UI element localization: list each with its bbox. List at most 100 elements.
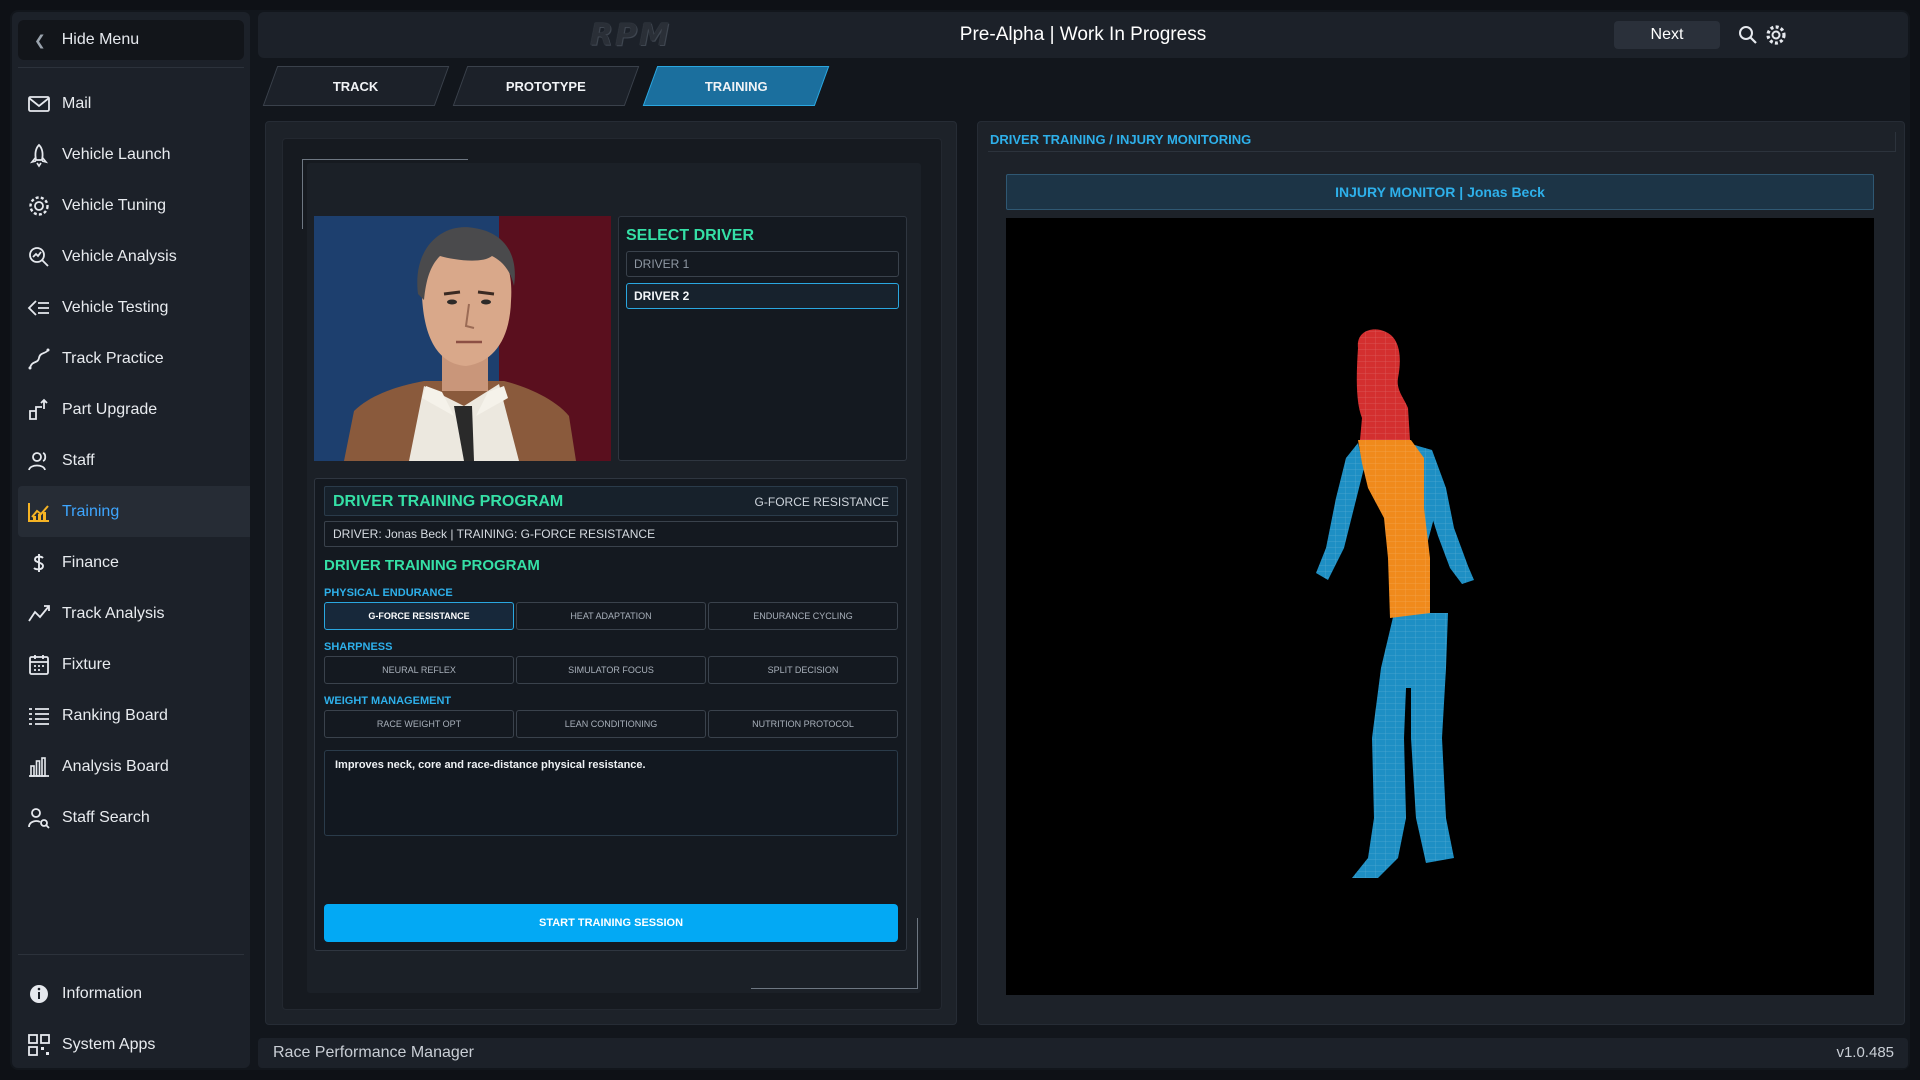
hide-menu-label: Hide Menu bbox=[61, 31, 140, 48]
corner-decoration bbox=[751, 988, 917, 989]
sidebar-item-information[interactable]: Information bbox=[12, 968, 250, 1019]
sidebar-item-track-practice[interactable]: Track Practice bbox=[12, 333, 250, 384]
category-sharpness: SHARPNESS bbox=[324, 641, 393, 653]
category-weight-management: WEIGHT MANAGEMENT bbox=[324, 695, 452, 707]
sidebar-item-mail[interactable]: Mail bbox=[12, 78, 250, 129]
sidebar-item-vehicle-analysis[interactable]: Vehicle Analysis bbox=[12, 231, 250, 282]
sidebar-item-label: Finance bbox=[62, 553, 119, 571]
tab-training[interactable]: TRAINING bbox=[642, 66, 830, 106]
dollar-icon bbox=[33, 553, 44, 572]
sidebar-item-label: Track Analysis bbox=[62, 604, 165, 622]
option-nutrition-protocol[interactable]: NUTRITION PROTOCOL bbox=[708, 710, 898, 738]
info-icon bbox=[30, 984, 48, 1003]
next-button[interactable]: Next bbox=[1614, 21, 1720, 49]
tab-track[interactable]: TRACK bbox=[262, 66, 450, 106]
legs bbox=[1352, 613, 1454, 878]
sidebar-item-vehicle-tuning[interactable]: Vehicle Tuning bbox=[12, 180, 250, 231]
tab-label: TRACK bbox=[333, 78, 379, 94]
training-program-panel: DRIVER TRAINING PROGRAM G-FORCE RESISTAN… bbox=[314, 478, 907, 951]
sidebar-item-label: Vehicle Analysis bbox=[62, 247, 177, 265]
top-header: RPM Pre-Alpha | Work In Progress Next bbox=[258, 12, 1908, 58]
option-split-decision[interactable]: SPLIT DECISION bbox=[708, 656, 898, 684]
select-driver-title: SELECT DRIVER bbox=[626, 227, 755, 244]
program-section-title: DRIVER TRAINING PROGRAM bbox=[324, 557, 540, 574]
gear-icon bbox=[29, 195, 49, 216]
select-driver-panel: SELECT DRIVER DRIVER 1 DRIVER 2 bbox=[618, 216, 907, 461]
sidebar-item-finance[interactable]: Finance bbox=[12, 537, 250, 588]
start-training-button[interactable]: START TRAINING SESSION bbox=[324, 904, 898, 942]
driver-1-button[interactable]: DRIVER 1 bbox=[626, 251, 899, 277]
track-path-icon bbox=[28, 348, 50, 369]
sidebar-item-staff[interactable]: Staff bbox=[12, 435, 250, 486]
calendar-icon bbox=[29, 654, 49, 675]
sidebar-nav: Mail Vehicle Launch Vehicle Tuning Vehic… bbox=[12, 78, 250, 843]
option-endurance-cycling[interactable]: ENDURANCE CYCLING bbox=[708, 602, 898, 630]
program-summary: DRIVER: Jonas Beck | TRAINING: G-FORCE R… bbox=[324, 521, 898, 547]
sidebar-item-label: Staff Search bbox=[62, 808, 150, 826]
tab-prototype[interactable]: PROTOTYPE bbox=[452, 66, 640, 106]
torso bbox=[1358, 440, 1430, 618]
chevron-left-icon: ❮ bbox=[34, 31, 46, 48]
driver-2-button[interactable]: DRIVER 2 bbox=[626, 283, 899, 309]
head bbox=[1356, 329, 1410, 440]
app-name: Race Performance Manager bbox=[273, 1044, 474, 1061]
option-race-weight-opt[interactable]: RACE WEIGHT OPT bbox=[324, 710, 514, 738]
sidebar-item-label: Vehicle Launch bbox=[62, 145, 171, 163]
sidebar-item-label: Mail bbox=[62, 94, 92, 112]
body-model-viewer[interactable] bbox=[1006, 218, 1874, 995]
corner-decoration bbox=[302, 159, 468, 160]
injury-monitoring-panel: DRIVER TRAINING / INJURY MONITORING INJU… bbox=[977, 121, 1905, 1025]
sidebar-item-part-upgrade[interactable]: Part Upgrade bbox=[12, 384, 250, 435]
option-g-force-resistance[interactable]: G-FORCE RESISTANCE bbox=[324, 602, 514, 630]
sidebar-item-track-analysis[interactable]: Track Analysis bbox=[12, 588, 250, 639]
hide-menu-button[interactable]: ❮ Hide Menu bbox=[18, 20, 244, 60]
sidebar-item-system-apps[interactable]: System Apps bbox=[12, 1019, 250, 1070]
sidebar-item-label: Ranking Board bbox=[62, 706, 168, 724]
sidebar-item-fixture[interactable]: Fixture bbox=[12, 639, 250, 690]
divider bbox=[18, 67, 244, 68]
body-wireframe-model bbox=[1316, 329, 1474, 878]
sidebar-item-ranking-board[interactable]: Ranking Board bbox=[12, 690, 250, 741]
sidebar-item-label: Vehicle Tuning bbox=[62, 196, 167, 214]
user-search-icon bbox=[28, 807, 50, 829]
sidebar-item-label: Analysis Board bbox=[62, 757, 169, 775]
tab-label: TRAINING bbox=[704, 78, 768, 94]
settings-gear-icon[interactable] bbox=[1764, 23, 1788, 47]
injury-panel-title: DRIVER TRAINING / INJURY MONITORING bbox=[988, 132, 1896, 152]
sidebar-item-vehicle-launch[interactable]: Vehicle Launch bbox=[12, 129, 250, 180]
option-simulator-focus[interactable]: SIMULATOR FOCUS bbox=[516, 656, 706, 684]
sidebar-item-label: Information bbox=[62, 984, 143, 1002]
sidebar: ❮ Hide Menu Mail Vehicle Launch Vehicle … bbox=[12, 12, 250, 1068]
list-arrow-icon bbox=[27, 299, 49, 316]
option-neural-reflex[interactable]: NEURAL REFLEX bbox=[324, 656, 514, 684]
program-header: DRIVER TRAINING PROGRAM G-FORCE RESISTAN… bbox=[324, 486, 898, 516]
sidebar-item-training[interactable]: Training bbox=[18, 486, 250, 537]
driver-portrait bbox=[314, 216, 611, 461]
category-physical-endurance: PHYSICAL ENDURANCE bbox=[324, 587, 453, 599]
sidebar-item-analysis-board[interactable]: Analysis Board bbox=[12, 741, 250, 792]
sidebar-item-label: Fixture bbox=[62, 655, 111, 673]
option-heat-adaptation[interactable]: HEAT ADAPTATION bbox=[516, 602, 706, 630]
injury-monitor-label: INJURY MONITOR | Jonas Beck bbox=[1006, 174, 1874, 210]
sidebar-item-label: Staff bbox=[62, 451, 95, 469]
corner-decoration bbox=[302, 159, 303, 229]
apps-icon bbox=[28, 1033, 50, 1056]
sidebar-bottom-nav: Information System Apps bbox=[12, 968, 250, 1070]
sidebar-item-label: Part Upgrade bbox=[62, 400, 158, 418]
corner-decoration bbox=[917, 918, 918, 989]
bar-chart-icon bbox=[29, 756, 49, 777]
mail-icon bbox=[28, 95, 50, 112]
staff-icon bbox=[28, 451, 47, 470]
search-icon[interactable] bbox=[1736, 23, 1760, 47]
program-header-title: DRIVER TRAINING PROGRAM bbox=[333, 493, 564, 510]
divider bbox=[18, 954, 244, 955]
line-chart-icon bbox=[28, 604, 50, 621]
ranking-list-icon bbox=[29, 707, 49, 725]
sidebar-item-label: System Apps bbox=[62, 1035, 156, 1053]
driver-avatar-image bbox=[314, 216, 611, 461]
sidebar-item-vehicle-testing[interactable]: Vehicle Testing bbox=[12, 282, 250, 333]
training-chart-icon bbox=[28, 502, 49, 522]
option-lean-conditioning[interactable]: LEAN CONDITIONING bbox=[516, 710, 706, 738]
magnify-chart-icon bbox=[29, 246, 49, 267]
sidebar-item-staff-search[interactable]: Staff Search bbox=[12, 792, 250, 843]
